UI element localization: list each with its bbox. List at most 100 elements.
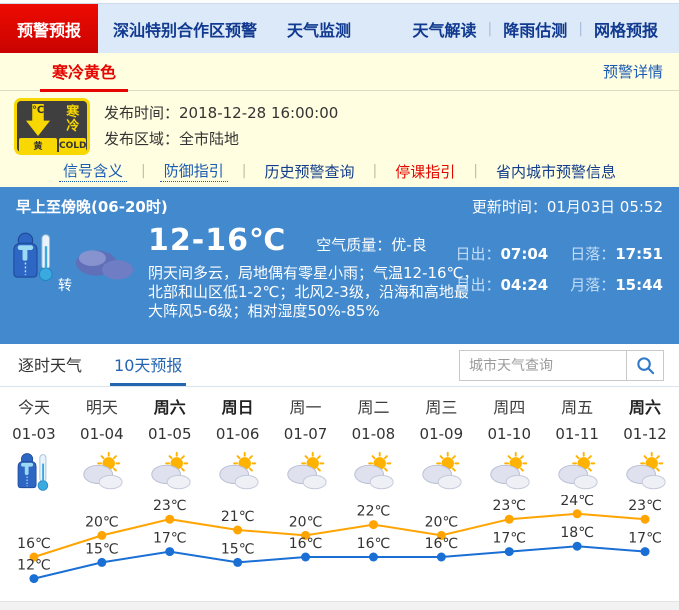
day-column-01-11[interactable]: 周五01-11 [543, 399, 611, 495]
overcast-icon [73, 245, 135, 281]
partly-cloudy-icon [486, 451, 532, 493]
link-separator: | [242, 163, 247, 179]
high-temp-label: 16℃ [17, 536, 51, 552]
nav-left-items: 深汕特别合作区预警天气监测 [98, 4, 366, 53]
day-column-01-05[interactable]: 周六01-05 [136, 399, 204, 495]
transition-label: 转 [58, 275, 72, 295]
nav-item-1[interactable]: 天气监测 [272, 4, 366, 53]
top-navigation: 预警预报 深汕特别合作区预警天气监测 天气解读|降雨估测|网格预报 [0, 4, 679, 53]
current-weather-main: 12-16℃ 空气质量：优-良 阴天间多云，局地偶有零星小雨；气温12-16℃，… [148, 223, 483, 321]
sun-moon-value: 04:24 [500, 276, 548, 294]
low-temp-line [34, 546, 645, 578]
sun-moon-cell-2: 月出：04:24 [455, 274, 548, 295]
day-date: 01-04 [68, 426, 136, 443]
alert-links-row: 信号含义|防御指引|历史预警查询|停课指引|省内城市预警信息 [0, 155, 679, 182]
low-temp-label: 18℃ [560, 525, 594, 541]
low-temp-point [165, 547, 174, 556]
day-column-01-04[interactable]: 明天 01-04 [68, 399, 136, 495]
high-temp-label: 23℃ [628, 498, 662, 514]
alert-detail-link[interactable]: 预警详情 [603, 61, 663, 82]
high-temp-point [369, 520, 378, 529]
low-temp-point [505, 547, 514, 556]
low-temp-label: 15℃ [221, 541, 255, 557]
sun-moon-cell-0: 日出：07:04 [455, 243, 548, 264]
day-column-01-03[interactable]: 今天01-03 [0, 399, 68, 495]
alert-link-0[interactable]: 信号含义 [59, 160, 127, 182]
day-icon-cell [475, 449, 543, 495]
sun-moon-label: 日落： [570, 245, 615, 263]
day-name: 周四 [475, 399, 543, 417]
day-name: 周五 [543, 399, 611, 417]
high-temp-point [641, 515, 650, 524]
alert-link-3[interactable]: 停课指引 [391, 161, 459, 182]
forecast-tab-0[interactable]: 逐时天气 [14, 352, 86, 386]
day-date: 01-10 [475, 426, 543, 443]
warning-level-badge: 黄 [19, 138, 57, 153]
day-column-01-12[interactable]: 周六01-12 [611, 399, 679, 495]
nav-tab-warning-forecast[interactable]: 预警预报 [0, 4, 98, 53]
low-temp-point [233, 558, 242, 567]
warning-name-text: 寒 冷 [59, 103, 86, 136]
partly-cloudy-icon [554, 451, 600, 493]
link-separator: | [473, 163, 478, 179]
city-search-box [459, 350, 664, 381]
day-column-01-09[interactable]: 周三01-09 [407, 399, 475, 495]
day-date: 01-05 [136, 426, 204, 443]
forecast-tab-1[interactable]: 10天预报 [110, 352, 186, 386]
nav-spacer [366, 4, 401, 53]
day-column-01-08[interactable]: 周二01-08 [340, 399, 408, 495]
air-quality: 空气质量：优-良 [316, 234, 426, 255]
nav-right-item-2[interactable]: 网格预报 [583, 17, 669, 41]
nav-right-item-1[interactable]: 降雨估测 [492, 17, 578, 41]
day-name: 明天 [68, 399, 136, 417]
partly-cloudy-icon [622, 451, 668, 493]
city-search-input[interactable] [459, 350, 626, 381]
low-temp-point [97, 558, 106, 567]
search-icon [636, 356, 655, 375]
day-column-01-07[interactable]: 周一01-07 [272, 399, 340, 495]
alert-zone: 寒冷黄色 预警详情 ℃ 寒 冷 黄 COLD 发布时间：2018-12-28 1… [0, 53, 679, 187]
update-time-label: 更新时间： [472, 198, 547, 216]
low-temp-label: 17℃ [492, 531, 526, 547]
day-date: 01-06 [204, 426, 272, 443]
nav-item-0[interactable]: 深汕特别合作区预警 [98, 4, 272, 53]
day-date: 01-07 [272, 426, 340, 443]
partly-cloudy-icon [350, 451, 396, 493]
cold-person-icon [10, 230, 58, 285]
partly-cloudy-icon [147, 451, 193, 493]
sun-moon-value: 07:04 [500, 245, 548, 263]
weather-page: 预警预报 深汕特别合作区预警天气监测 天气解读|降雨估测|网格预报 寒冷黄色 预… [0, 0, 679, 610]
search-button[interactable] [626, 350, 664, 381]
nav-right-item-0[interactable]: 天气解读 [402, 17, 488, 41]
alert-link-2[interactable]: 历史预警查询 [260, 161, 358, 182]
sun-moon-cell-3: 月落：15:44 [570, 274, 663, 295]
low-temp-point [573, 542, 582, 551]
day-column-01-10[interactable]: 周四 01-10 [475, 399, 543, 495]
sun-moon-value: 17:51 [615, 245, 663, 263]
day-icon-cell [340, 449, 408, 495]
temperature-chart-wrap: 16℃20℃23℃21℃20℃22℃20℃23℃24℃23℃12℃15℃17℃1… [0, 495, 679, 600]
temperature-range: 12-16℃ [148, 223, 286, 258]
panel-head: 早上至傍晚(06-20时) 更新时间：01月03日 05:52 [0, 187, 679, 217]
cold-person-icon [15, 451, 53, 494]
current-temp-row: 12-16℃ 空气质量：优-良 [148, 223, 483, 258]
sun-moon-label: 月落： [570, 276, 615, 294]
day-icon-cell [0, 449, 68, 495]
temperature-down-arrow-icon: ℃ [26, 104, 50, 136]
partly-cloudy-icon [283, 451, 329, 493]
alert-link-1[interactable]: 防御指引 [160, 160, 228, 182]
alert-link-4[interactable]: 省内城市预警信息 [492, 161, 620, 182]
low-temp-label: 15℃ [85, 541, 119, 557]
forecast-tabs-bar: 逐时天气 10天预报 [0, 344, 679, 387]
warning-name-char1: 寒 [59, 106, 86, 120]
day-column-01-06[interactable]: 周日01-06 [204, 399, 272, 495]
period-title: 早上至傍晚(06-20时) [16, 196, 168, 217]
alert-level-tab[interactable]: 寒冷黄色 [40, 51, 128, 92]
low-temp-label: 16℃ [425, 536, 459, 552]
high-temp-label: 20℃ [425, 514, 459, 530]
footer-strip [0, 601, 679, 610]
partly-cloudy-icon [215, 451, 261, 493]
low-temp-label: 17℃ [153, 531, 187, 547]
air-quality-label: 空气质量： [316, 236, 391, 254]
link-separator: | [373, 163, 378, 179]
